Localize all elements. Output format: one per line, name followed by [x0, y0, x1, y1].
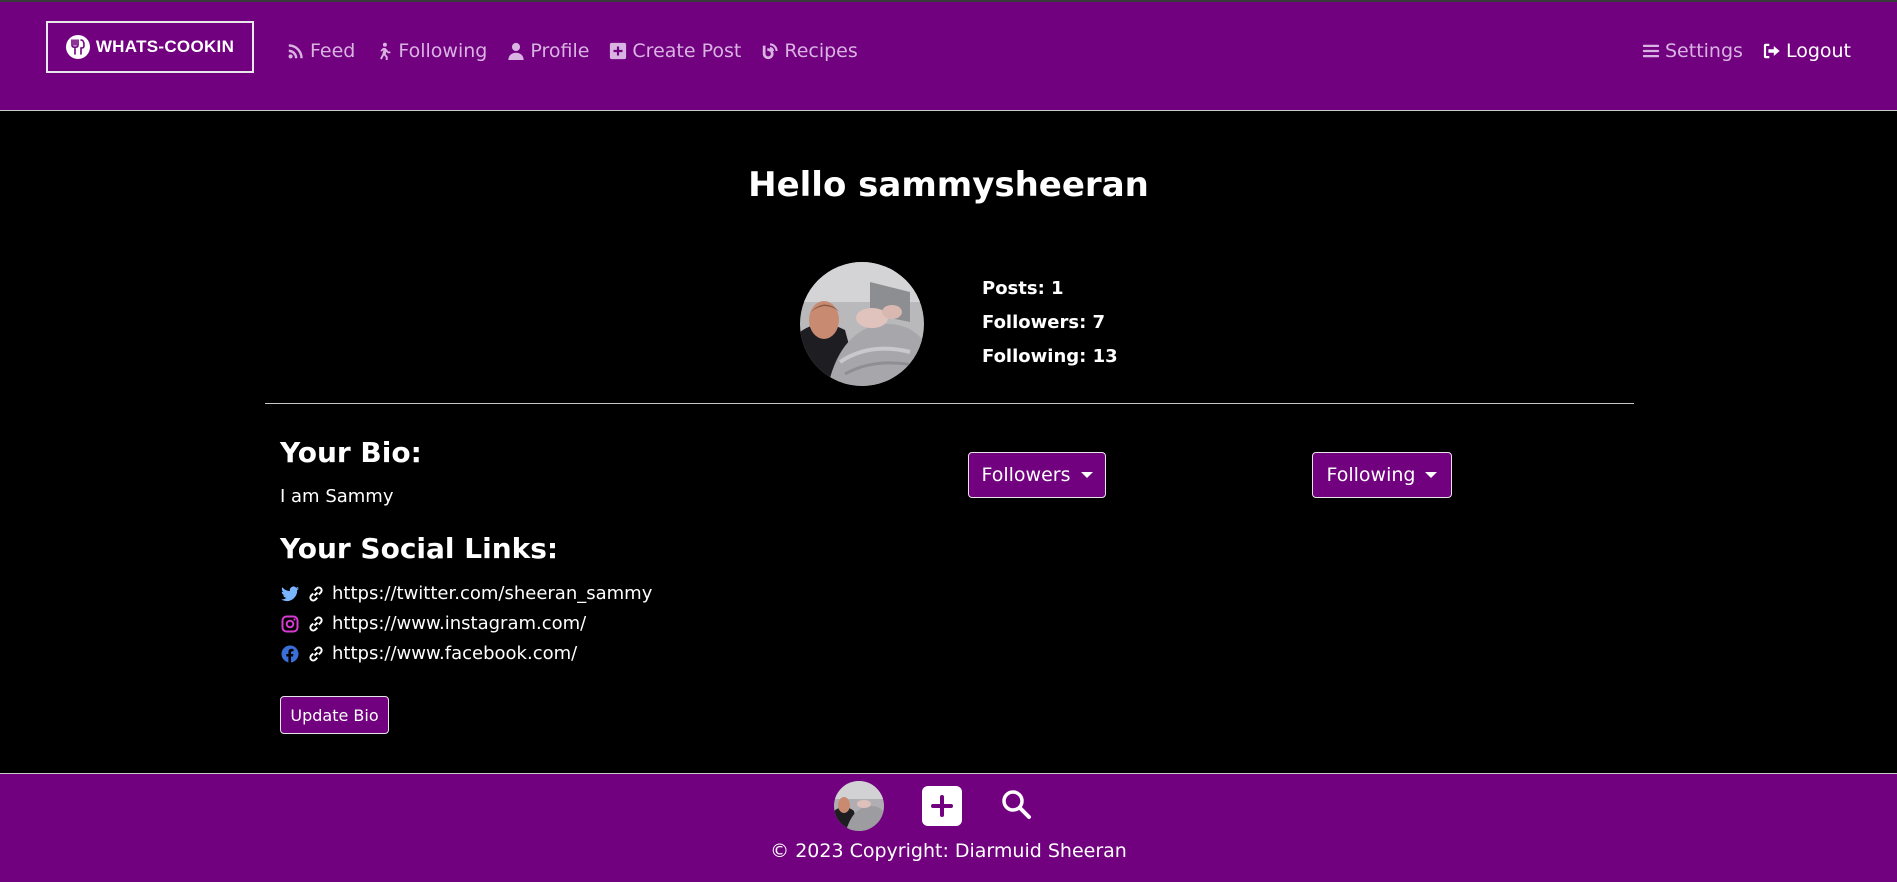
- bio-heading: Your Bio:: [280, 436, 422, 469]
- nav-profile[interactable]: Profile: [507, 40, 589, 62]
- copyright-text: © 2023 Copyright: Diarmuid Sheeran: [770, 840, 1127, 862]
- nav-settings[interactable]: Settings: [1642, 40, 1743, 62]
- facebook-icon: [281, 645, 299, 663]
- link-icon: [309, 616, 323, 632]
- followers-dropdown-label: Followers: [981, 464, 1071, 486]
- caret-down-icon: [1080, 472, 1093, 478]
- footer-actions: [834, 781, 1032, 831]
- link-icon: [309, 586, 323, 602]
- nav-profile-label: Profile: [530, 40, 590, 62]
- user-icon: [508, 42, 524, 60]
- following-count: Following: 13: [982, 346, 1118, 367]
- followers-dropdown-button[interactable]: Followers: [968, 452, 1106, 498]
- cutlery-icon: [65, 35, 90, 59]
- followers-count: Followers: 7: [982, 312, 1106, 333]
- caret-down-icon: [1425, 472, 1438, 478]
- twitter-icon: [281, 586, 299, 602]
- logout-icon: [1763, 43, 1780, 59]
- social-link-instagram: https://www.instagram.com/: [280, 609, 652, 639]
- nav-create-post[interactable]: Create Post: [609, 40, 741, 62]
- top-navbar: WHATS-COOKIN Feed Following Profile Crea…: [0, 0, 1897, 111]
- footer: © 2023 Copyright: Diarmuid Sheeran: [0, 773, 1897, 882]
- rss-icon: [288, 44, 303, 59]
- footer-profile-avatar[interactable]: [834, 781, 884, 831]
- profile-stats: Posts: 1 Followers: 7 Following: 13: [982, 272, 1118, 374]
- posts-count: Posts: 1: [982, 278, 1064, 299]
- menu-bars-icon: [1642, 44, 1660, 58]
- nav-recipes-label: Recipes: [784, 40, 858, 62]
- nav-feed-label: Feed: [310, 40, 356, 62]
- nav-settings-label: Settings: [1665, 40, 1743, 62]
- following-dropdown-button[interactable]: Following: [1312, 452, 1452, 498]
- link-icon: [309, 646, 323, 662]
- nav-following[interactable]: Following: [375, 40, 487, 62]
- nav-create-post-label: Create Post: [632, 40, 742, 62]
- section-divider: [265, 403, 1634, 404]
- facebook-url-link[interactable]: https://www.facebook.com/: [332, 639, 577, 669]
- nav-logout-label: Logout: [1785, 40, 1851, 62]
- user-nav: Settings Logout: [1642, 40, 1851, 62]
- following-dropdown-label: Following: [1326, 464, 1416, 486]
- profile-avatar: [800, 262, 924, 386]
- plus-icon: [931, 795, 953, 817]
- social-link-twitter: https://twitter.com/sheeran_sammy: [280, 579, 652, 609]
- page-title: Hello sammysheeran: [748, 165, 1149, 205]
- nav-following-label: Following: [398, 40, 488, 62]
- nav-feed[interactable]: Feed: [287, 40, 355, 62]
- social-links-heading: Your Social Links:: [280, 532, 559, 565]
- brand-logo-button[interactable]: WHATS-COOKIN: [46, 21, 254, 73]
- instagram-url-link[interactable]: https://www.instagram.com/: [332, 609, 586, 639]
- social-links-list: https://twitter.com/sheeran_sammy https:…: [280, 579, 652, 669]
- search-icon: [1002, 790, 1031, 819]
- update-bio-button[interactable]: Update Bio: [280, 696, 389, 734]
- blog-icon: [763, 43, 778, 60]
- bio-text: I am Sammy: [280, 486, 394, 507]
- main-nav: Feed Following Profile Create Post Recip…: [287, 40, 858, 62]
- social-link-facebook: https://www.facebook.com/: [280, 639, 652, 669]
- nav-recipes[interactable]: Recipes: [761, 40, 858, 62]
- footer-add-post-button[interactable]: [922, 786, 962, 826]
- footer-search-button[interactable]: [1000, 788, 1032, 824]
- brand-name: WHATS-COOKIN: [95, 37, 235, 56]
- twitter-url-link[interactable]: https://twitter.com/sheeran_sammy: [332, 579, 652, 609]
- instagram-icon: [281, 615, 299, 633]
- walking-person-icon: [380, 42, 391, 60]
- plus-square-icon: [610, 42, 627, 60]
- nav-logout[interactable]: Logout: [1763, 40, 1851, 62]
